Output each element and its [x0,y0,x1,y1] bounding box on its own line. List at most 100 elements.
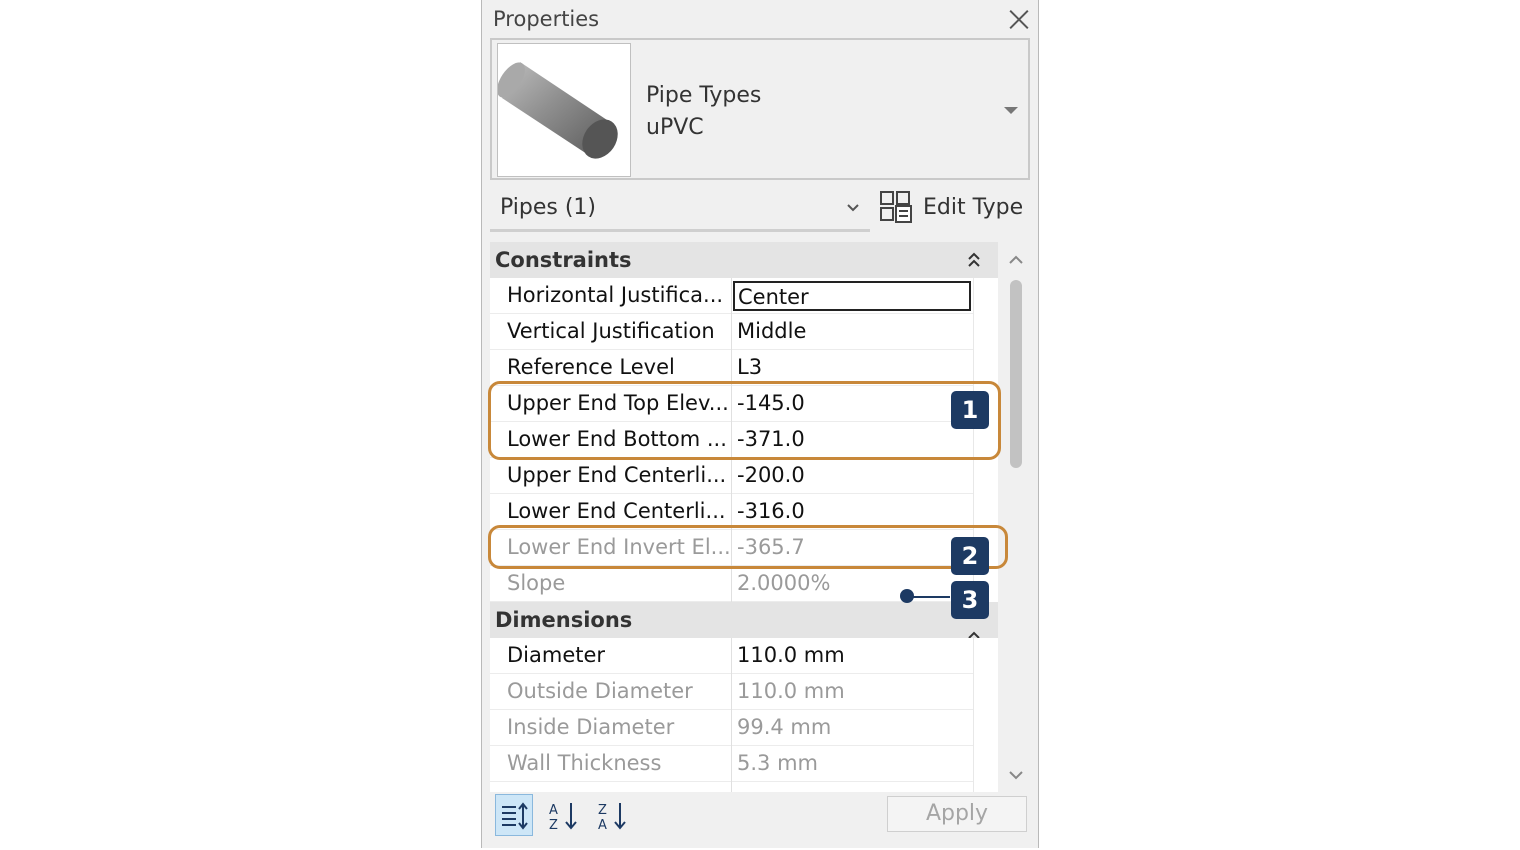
property-label: Reference Level [507,355,675,379]
svg-text:Z: Z [598,803,607,818]
pipe-thumbnail [497,43,631,177]
property-value[interactable]: -371.0 [737,422,967,457]
table-row: Outside Diameter 110.0 mm [490,674,998,710]
chevron-down-icon[interactable] [847,202,859,214]
column-divider [731,278,732,314]
row-spacer [973,278,998,314]
edit-type-label: Edit Type [923,195,1024,220]
dropdown-arrow-icon[interactable] [1004,107,1018,114]
type-value: uPVC [646,115,704,140]
property-value-input[interactable]: Center [733,281,971,311]
column-divider [731,350,732,386]
edit-type-button[interactable]: Edit Type [879,190,1029,226]
callout-leader-3 [912,596,950,598]
sort-descending-button[interactable]: Z A [593,794,631,836]
section-constraints[interactable]: Constraints [490,242,998,278]
scrollbar-thumb[interactable] [1010,280,1022,468]
palette-titlebar: Properties [482,0,1038,42]
column-divider [731,494,732,530]
filter-label: Pipes (1) [500,195,597,220]
svg-text:A: A [598,818,607,833]
type-selector[interactable]: Pipe Types uPVC [490,38,1030,180]
callout-badge-3: 3 [951,581,989,619]
property-label: Inside Diameter [507,715,675,739]
column-divider [731,674,732,710]
type-name: Pipe Types uPVC [646,80,761,144]
close-icon[interactable] [1008,8,1030,30]
table-row[interactable]: Lower End Centerli... -316.0 [490,494,998,530]
property-value[interactable]: 110.0 mm [737,638,967,673]
table-row[interactable]: Vertical Justification Middle [490,314,998,350]
property-label: Lower End Centerli... [507,499,726,523]
row-spacer [973,350,998,386]
column-divider [731,638,732,674]
row-spacer [973,494,998,530]
table-row: Lower End Invert El... -365.7 [490,530,998,566]
property-label: Diameter [507,643,606,667]
svg-text:A: A [549,803,558,818]
sort-categorized-button[interactable] [495,794,533,836]
sort-ascending-icon: A Z [549,803,577,833]
properties-grid: Constraints Horizontal Justifica... Cent… [490,242,998,792]
edit-type-icon [879,190,913,224]
property-value[interactable]: -200.0 [737,458,967,493]
vertical-scrollbar[interactable] [1002,242,1030,792]
table-row[interactable]: Diameter 110.0 mm [490,638,998,674]
row-spacer [973,638,998,674]
property-label: Lower End Bottom ... [507,427,727,451]
section-title: Dimensions [495,608,633,632]
table-row: Wall Thickness 5.3 mm [490,746,998,782]
table-row[interactable]: Lower End Bottom ... -371.0 [490,422,998,458]
column-divider [731,566,732,602]
row-spacer [973,314,998,350]
property-value: -365.7 [737,535,805,559]
column-divider [731,458,732,494]
property-value[interactable]: L3 [737,350,967,385]
type-family: Pipe Types [646,83,762,108]
column-divider [731,386,732,422]
table-row[interactable]: Upper End Top Elev... -145.0 [490,386,998,422]
table-row[interactable]: Reference Level L3 [490,350,998,386]
palette-title: Properties [493,7,600,31]
column-divider [731,746,732,782]
callout-badge-1: 1 [951,391,989,429]
table-row[interactable]: Upper End Centerli... -200.0 [490,458,998,494]
property-label: Vertical Justification [507,319,715,343]
row-spacer [973,458,998,494]
apply-button[interactable]: Apply [887,796,1027,832]
column-divider [731,314,732,350]
sort-ascending-button[interactable]: A Z [544,794,582,836]
property-value[interactable]: -316.0 [737,494,967,529]
property-value[interactable]: -145.0 [737,386,967,421]
column-divider [731,710,732,746]
property-label: Upper End Centerli... [507,463,727,487]
row-spacer [973,782,998,792]
property-value: 110.0 mm [737,679,845,703]
scroll-down-icon[interactable] [1009,767,1023,781]
row-spacer [973,710,998,746]
column-divider [731,782,732,792]
column-divider [731,422,732,458]
property-label: Wall Thickness [507,751,662,775]
property-label: Horizontal Justifica... [507,283,724,307]
property-label: Slope [507,571,566,595]
svg-text:Z: Z [549,818,558,833]
callout-badge-2: 2 [951,537,989,575]
section-title: Constraints [495,248,632,272]
section-dimensions[interactable]: Dimensions [490,602,998,639]
column-divider [731,530,732,566]
property-label: Lower End Invert El... [507,535,729,559]
sort-categorized-icon [502,802,528,830]
property-label: Upper End Top Elev... [507,391,729,415]
row-spacer [973,674,998,710]
instance-filter-dropdown[interactable]: Pipes (1) [490,188,870,232]
property-value: 99.4 mm [737,715,832,739]
scroll-up-icon[interactable] [1009,252,1023,266]
sort-descending-icon: Z A [598,803,626,833]
property-value: 5.3 mm [737,751,818,775]
table-row-partial [490,782,998,792]
table-row: Inside Diameter 99.4 mm [490,710,998,746]
property-value[interactable]: Middle [737,314,967,349]
table-row[interactable]: Horizontal Justifica... Center [490,278,998,314]
property-label: Outside Diameter [507,679,693,703]
